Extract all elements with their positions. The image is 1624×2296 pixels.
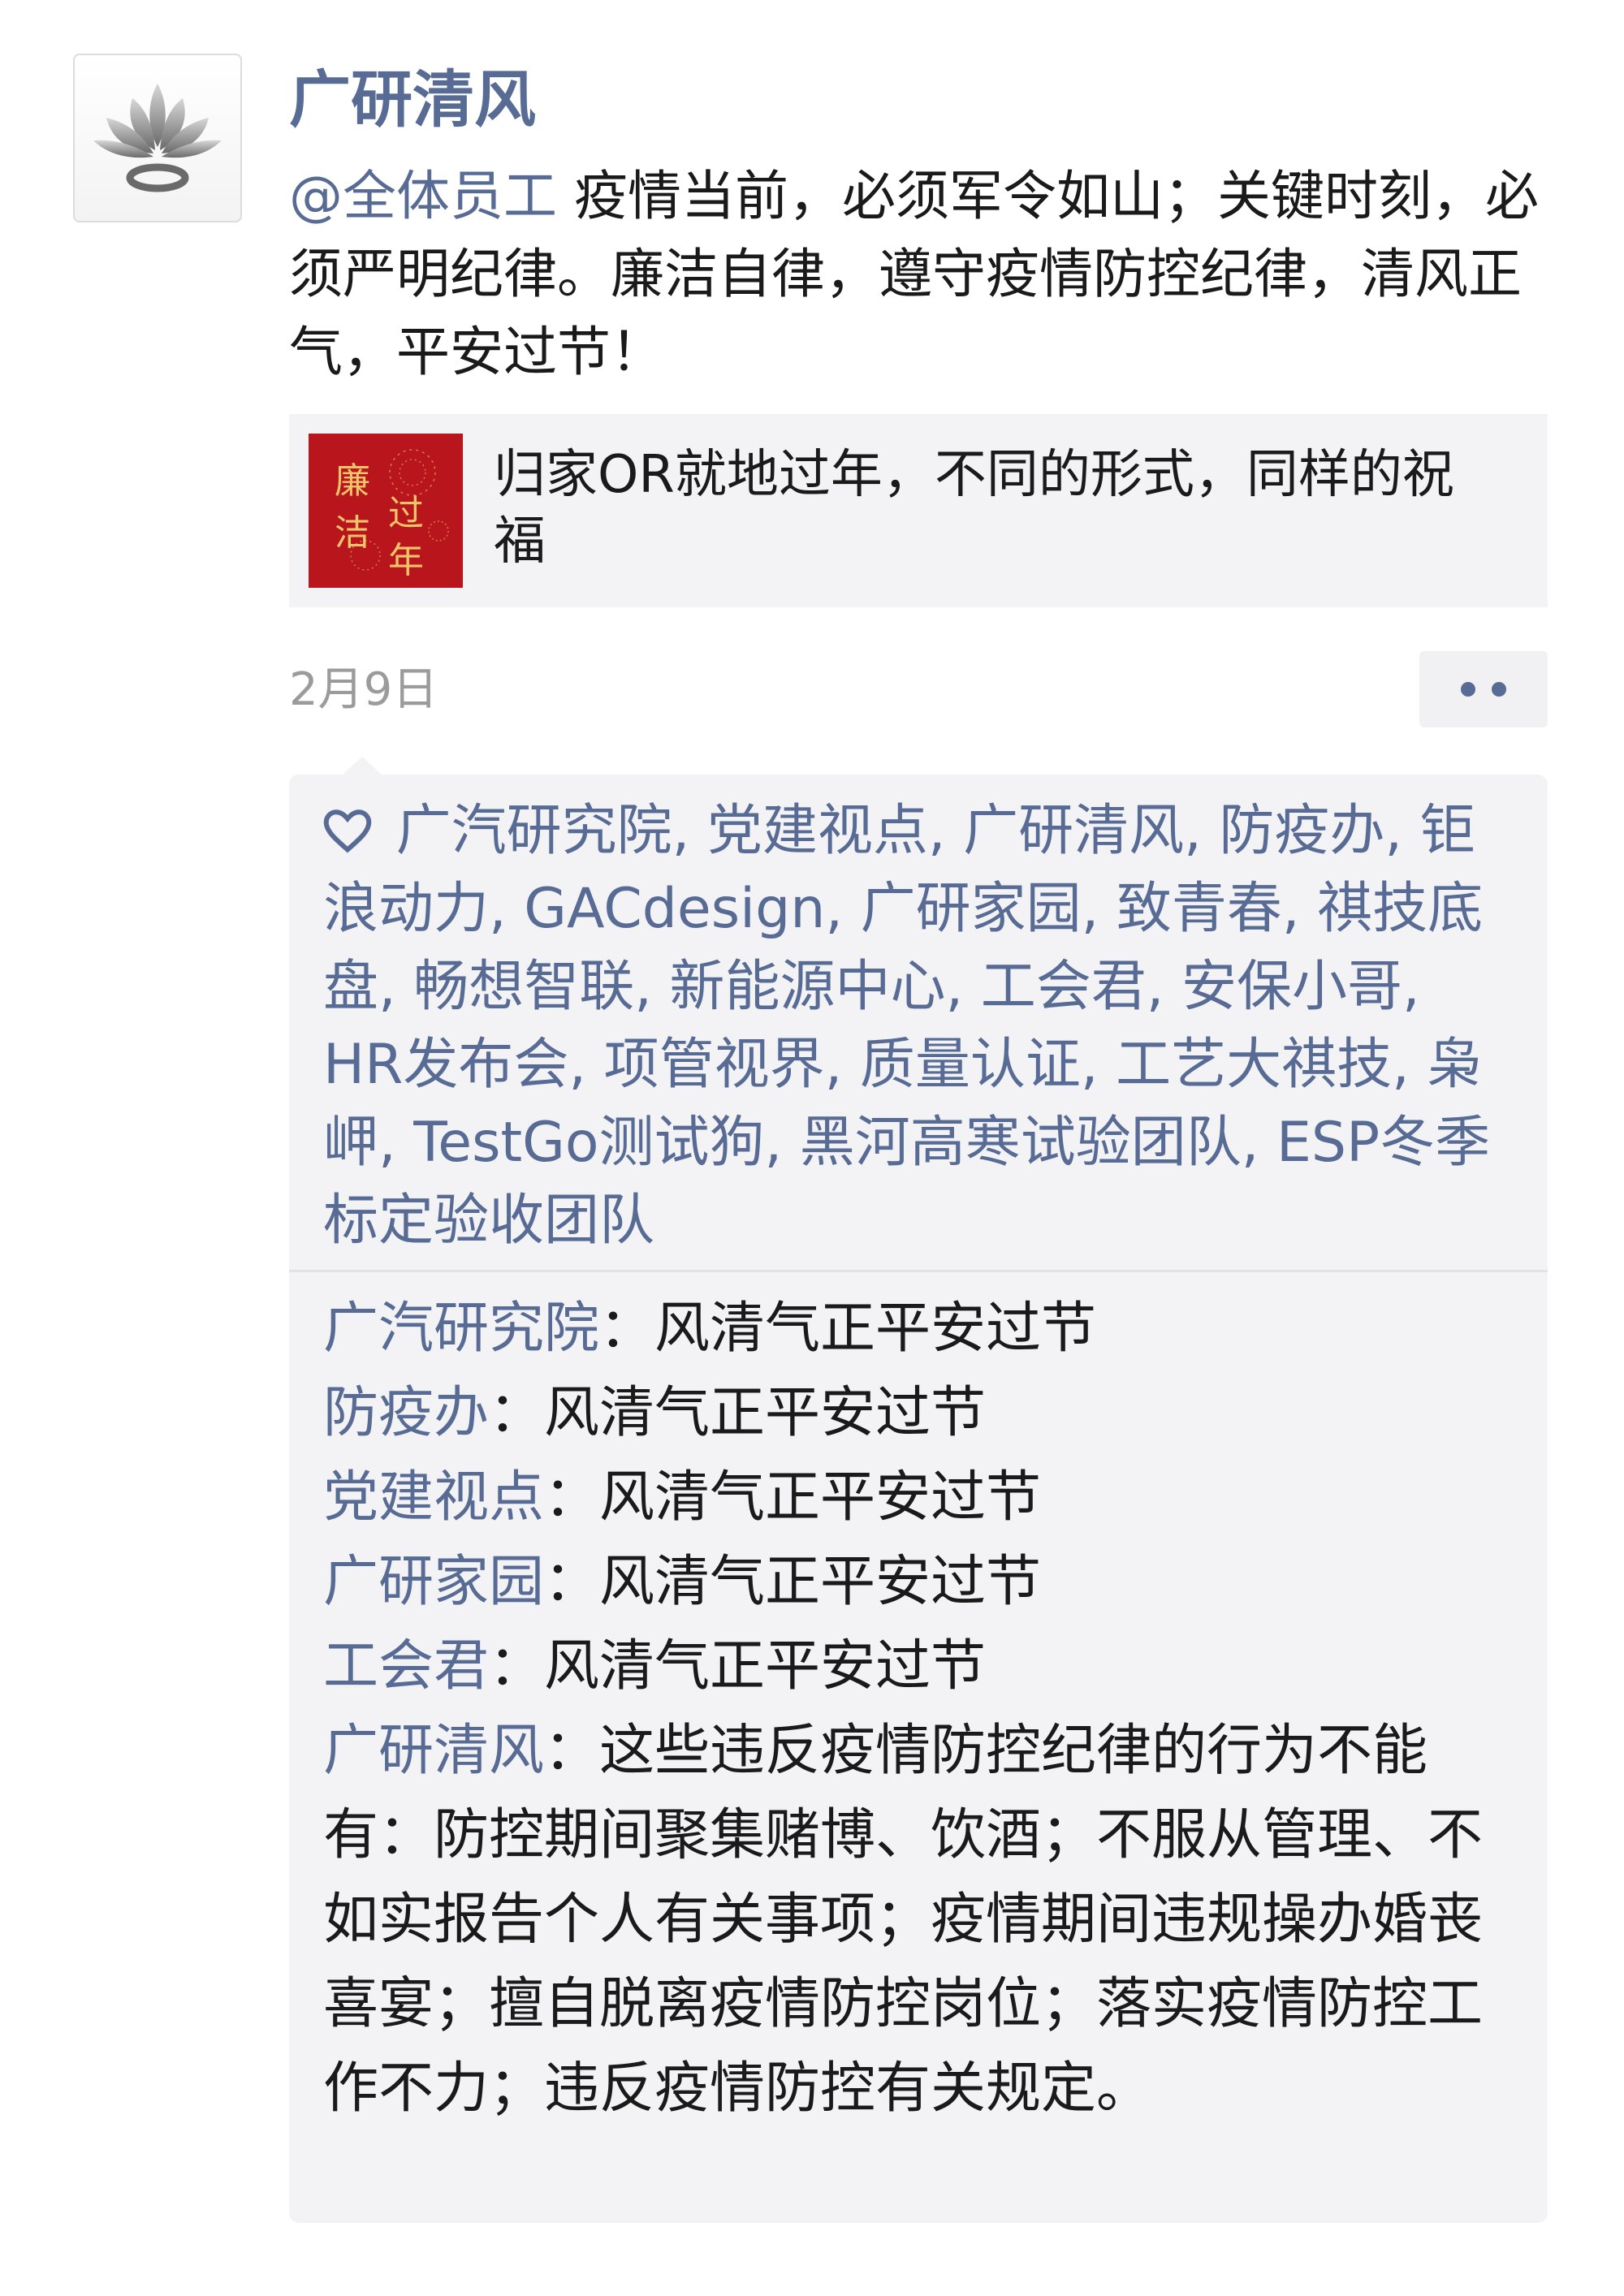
comment-text: 风清气正平安过节 xyxy=(654,1297,1097,1361)
like-separator: , xyxy=(489,877,525,941)
comment-author[interactable]: 党建视点 xyxy=(323,1465,544,1530)
more-dot-icon xyxy=(1492,682,1506,697)
like-user-name[interactable]: 党建视点 xyxy=(707,799,928,863)
like-separator: , xyxy=(1080,1033,1116,1097)
like-separator: , xyxy=(1402,955,1420,1019)
like-user-name[interactable]: 广研清风 xyxy=(963,799,1184,863)
like-user-name[interactable]: 防疫办 xyxy=(1219,799,1384,863)
like-user-name[interactable]: HR发布会 xyxy=(323,1033,568,1097)
like-user-name[interactable]: 项管视界 xyxy=(604,1033,825,1097)
like-user-name[interactable]: 畅想智联 xyxy=(413,955,634,1019)
comment-item[interactable]: 广汽研究院：风清气正平安过节 xyxy=(323,1287,1515,1371)
like-user-name[interactable]: 新能源中心 xyxy=(670,955,946,1019)
like-user-name[interactable]: 广汽研究院 xyxy=(396,799,672,863)
like-user-name[interactable]: 黑河高寒试验团队 xyxy=(800,1111,1242,1175)
article-thumbnail: 廉 洁 过 年 xyxy=(309,434,463,588)
comment-separator: ： xyxy=(544,1550,600,1614)
comment-item[interactable]: 党建视点：风清气正平安过节 xyxy=(323,1456,1515,1540)
post-date: 2月9日 xyxy=(289,663,438,716)
more-dot-icon xyxy=(1461,682,1475,697)
like-user-name[interactable]: TestGo测试狗 xyxy=(413,1111,764,1175)
comment-item[interactable]: 防疫办：风清气正平安过节 xyxy=(323,1371,1515,1456)
like-separator: , xyxy=(825,877,861,941)
like-separator: , xyxy=(672,799,707,863)
comment-text: 风清气正平安过节 xyxy=(599,1550,1042,1614)
fireworks-decoration-icon xyxy=(350,449,449,571)
more-actions-button[interactable] xyxy=(1419,651,1548,727)
like-separator: , xyxy=(824,1033,860,1097)
author-name[interactable]: 广研清风 xyxy=(289,55,536,145)
like-separator: , xyxy=(764,1111,800,1175)
comments-list: 广汽研究院：风清气正平安过节 防疫办：风清气正平安过节 党建视点：风清气正平安过节广… xyxy=(289,1272,1548,2156)
like-separator: , xyxy=(634,955,670,1019)
like-separator: , xyxy=(1281,877,1318,941)
like-separator: , xyxy=(1146,955,1181,1019)
comment-item[interactable]: 广研清风：这些违反疫情防控纪律的行为不能有：防控期间聚集赌博、饮酒；不服从管理、… xyxy=(323,1709,1515,2131)
like-user-name[interactable]: 广研家园 xyxy=(861,877,1082,941)
lotus-logo-icon xyxy=(93,84,222,192)
article-title: 归家OR就地过年，不同的形式，同样的祝福 xyxy=(494,445,1454,572)
heart-icon xyxy=(323,809,372,853)
avatar[interactable] xyxy=(73,54,242,222)
comment-item[interactable]: 广研家园：风清气正平安过节 xyxy=(323,1540,1515,1625)
like-separator: , xyxy=(1392,1033,1427,1097)
like-user-name[interactable]: 工艺大祺技 xyxy=(1116,1033,1392,1097)
like-separator: , xyxy=(378,1111,414,1175)
like-user-name[interactable]: 致青春 xyxy=(1116,877,1282,941)
like-separator: , xyxy=(1241,1111,1276,1175)
like-separator: , xyxy=(1384,799,1420,863)
comment-item[interactable]: 工会君：风清气正平安过节 xyxy=(323,1625,1515,1709)
comment-author[interactable]: 工会君 xyxy=(323,1634,489,1698)
like-user-name[interactable]: 安保小哥 xyxy=(1181,955,1402,1019)
thumb-char: 洁 xyxy=(335,512,370,554)
comment-author[interactable]: 广研清风 xyxy=(323,1719,544,1783)
comment-author[interactable]: 广研家园 xyxy=(323,1550,544,1614)
thumb-char: 年 xyxy=(388,540,424,581)
shared-article-card[interactable]: 廉 洁 过 年 归家OR就地过年，不同的形式，同样的祝福 xyxy=(289,414,1548,607)
like-separator: , xyxy=(378,955,414,1019)
thumb-char: 过 xyxy=(388,493,424,534)
like-separator: , xyxy=(927,799,964,863)
comment-author[interactable]: 防疫办 xyxy=(323,1381,489,1445)
like-separator: , xyxy=(1184,799,1220,863)
like-separator: , xyxy=(1081,877,1116,941)
comment-separator: ： xyxy=(544,1465,600,1530)
interaction-panel: 广汽研究院, 党建视点, 广研清风, 防疫办, 钜浪动力, GACdesign,… xyxy=(289,757,1548,2223)
comment-separator: ： xyxy=(489,1634,545,1698)
like-user-name[interactable]: 工会君 xyxy=(981,955,1147,1019)
like-separator: , xyxy=(568,1033,604,1097)
comment-separator: ： xyxy=(599,1297,655,1361)
comment-separator: ： xyxy=(489,1381,545,1445)
mention-link[interactable]: @全体员工 xyxy=(289,165,557,227)
like-user-name[interactable]: GACdesign xyxy=(524,877,825,941)
post-text: @全体员工 疫情当前，必须军令如山；关键时刻，必须严明纪律。廉洁自律，遵守疫情防… xyxy=(289,158,1556,391)
like-user-name[interactable]: 质量认证 xyxy=(860,1033,1081,1097)
likes-list: 广汽研究院, 党建视点, 广研清风, 防疫办, 钜浪动力, GACdesign,… xyxy=(289,775,1548,1270)
comment-text: 风清气正平安过节 xyxy=(544,1634,987,1698)
comment-text: 风清气正平安过节 xyxy=(544,1381,987,1445)
comment-separator: ： xyxy=(544,1719,600,1783)
comment-author[interactable]: 广汽研究院 xyxy=(323,1297,599,1361)
comment-text: 风清气正平安过节 xyxy=(599,1465,1042,1530)
like-separator: , xyxy=(945,955,981,1019)
thumb-char: 廉 xyxy=(335,460,370,502)
